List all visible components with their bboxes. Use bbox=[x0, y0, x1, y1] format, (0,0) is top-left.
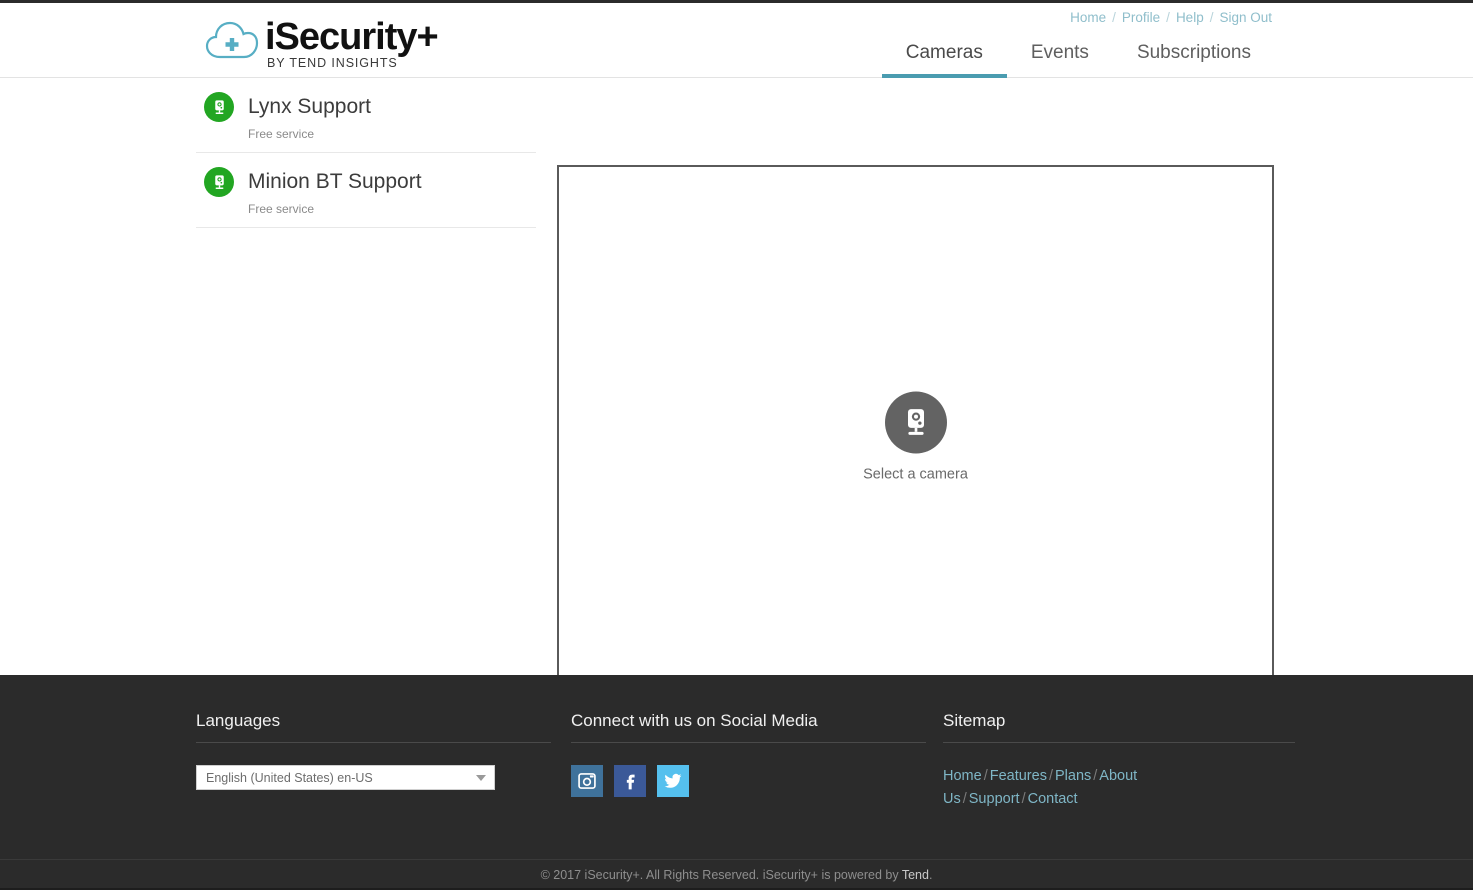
chevron-down-icon bbox=[476, 774, 486, 781]
sitemap-link-plans[interactable]: Plans bbox=[1055, 768, 1091, 784]
copyright-suffix: . bbox=[928, 868, 933, 882]
util-link-help[interactable]: Help bbox=[1173, 10, 1207, 25]
util-link-home[interactable]: Home bbox=[1067, 10, 1109, 25]
divider bbox=[943, 742, 1295, 743]
camera-viewer-panel[interactable]: Select a camera bbox=[557, 165, 1274, 709]
copyright-text: © 2017 iSecurity+. All Rights Reserved. … bbox=[541, 868, 933, 882]
sitemap-separator: / bbox=[1048, 768, 1053, 784]
camera-icon bbox=[204, 167, 234, 197]
list-item[interactable]: Lynx Support Free service bbox=[196, 78, 536, 153]
tab-cameras[interactable]: Cameras bbox=[881, 42, 1007, 78]
util-link-sign-out[interactable]: Sign Out bbox=[1216, 10, 1275, 25]
divider bbox=[196, 742, 551, 743]
sitemap-link-features[interactable]: Features bbox=[990, 768, 1047, 784]
footer-social-column: Connect with us on Social Media bbox=[571, 711, 943, 811]
copyright-bar: © 2017 iSecurity+. All Rights Reserved. … bbox=[0, 859, 1473, 890]
twitter-icon[interactable] bbox=[657, 765, 689, 797]
sitemap-separator: / bbox=[983, 768, 988, 784]
util-separator: / bbox=[1112, 10, 1116, 25]
camera-name: Lynx Support bbox=[248, 95, 371, 118]
tab-subscriptions[interactable]: Subscriptions bbox=[1113, 42, 1275, 78]
camera-name: Minion BT Support bbox=[248, 170, 422, 193]
viewer-placeholder: Select a camera bbox=[559, 391, 1272, 483]
brand-subtitle: BY TEND INSIGHTS bbox=[267, 56, 398, 70]
main-navigation: Cameras Events Subscriptions bbox=[881, 36, 1275, 78]
footer-sitemap-title: Sitemap bbox=[943, 711, 1006, 730]
util-separator: / bbox=[1166, 10, 1170, 25]
camera-service-label: Free service bbox=[248, 202, 315, 216]
camera-service-label: Free service bbox=[248, 127, 315, 141]
sitemap-link-contact[interactable]: Contact bbox=[1028, 791, 1078, 807]
camera-list: Lynx Support Free service Minion BT Supp… bbox=[196, 78, 536, 228]
site-header: iSecurity+ BY TEND INSIGHTS Home / Profile… bbox=[0, 3, 1473, 78]
copyright-prefix: © 2017 iSecurity+. All Rights Reserved. … bbox=[540, 868, 902, 882]
camera-icon bbox=[204, 92, 234, 122]
sitemap-separator: / bbox=[962, 791, 967, 807]
footer-languages-title: Languages bbox=[196, 711, 281, 730]
brand-title: iSecurity+ bbox=[265, 16, 439, 58]
footer-sitemap-column: Sitemap Home / Features / Plans / About Us / Sup… bbox=[943, 711, 1303, 811]
viewer-placeholder-label: Select a camera bbox=[863, 466, 968, 483]
sitemap-separator: / bbox=[1021, 791, 1026, 807]
cloud-plus-icon bbox=[205, 19, 259, 61]
instagram-icon[interactable] bbox=[571, 765, 603, 797]
sitemap-links: Home / Features / Plans / About Us / Support / Con… bbox=[943, 765, 1253, 811]
language-select[interactable]: English (United States) en-US bbox=[196, 765, 495, 790]
util-link-profile[interactable]: Profile bbox=[1119, 10, 1163, 25]
footer-bottom-line bbox=[0, 888, 1473, 890]
util-separator: / bbox=[1209, 10, 1214, 25]
facebook-icon[interactable] bbox=[614, 765, 646, 797]
camera-icon bbox=[884, 391, 947, 454]
utility-links: Home / Profile / Help / Sign Out bbox=[1067, 10, 1275, 25]
copyright-brand: Tend bbox=[901, 868, 929, 882]
list-item[interactable]: Minion BT Support Free service bbox=[196, 153, 536, 228]
language-select-value: English (United States) en-US bbox=[206, 770, 373, 785]
footer-languages-column: Languages English (United States) en-US bbox=[196, 711, 571, 811]
brand-logo[interactable]: iSecurity+ BY TEND INSIGHTS bbox=[205, 16, 439, 70]
sitemap-link-home[interactable]: Home bbox=[943, 768, 982, 784]
divider bbox=[571, 742, 926, 743]
sitemap-link-support[interactable]: Support bbox=[969, 791, 1020, 807]
main-content: Lynx Support Free service Minion BT Supp… bbox=[0, 78, 1473, 709]
site-footer: Languages English (United States) en-US … bbox=[0, 675, 1473, 890]
tab-events[interactable]: Events bbox=[1007, 42, 1113, 78]
footer-social-title: Connect with us on Social Media bbox=[571, 711, 818, 730]
